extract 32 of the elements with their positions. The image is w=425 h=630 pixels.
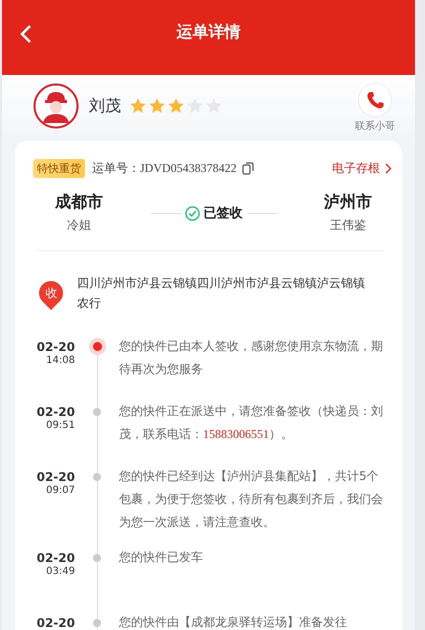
sender-name: 冷姐 <box>67 217 91 234</box>
recipient-name: 王伟鉴 <box>330 217 366 234</box>
phone-icon[interactable] <box>358 83 392 117</box>
back-icon[interactable] <box>19 24 33 44</box>
event-time: 09:51 <box>46 420 75 431</box>
origin-city: 成都市 <box>55 192 103 213</box>
copy-icon[interactable] <box>242 162 254 175</box>
delivery-status: 已签收 <box>204 205 242 222</box>
event-description: 您的快件已发车 <box>119 549 204 566</box>
chevron-right-icon[interactable] <box>385 163 392 174</box>
event-date: 02-20 <box>36 404 75 420</box>
event-time: 09:07 <box>46 485 75 496</box>
event-time: 14:08 <box>46 355 75 366</box>
courier-name: 刘茂 <box>89 96 121 116</box>
check-circle-icon <box>184 206 200 220</box>
event-time: 03:49 <box>46 566 75 577</box>
event-date: 02-20 <box>36 469 75 485</box>
event-description: 您的快件正在派送中，请您准备签收（快递员：刘茂，联系电话：15883006551）。 <box>119 403 384 443</box>
event-description: 您的快件已由本人签收，感谢您使用京东物流，期待再次为您服务 <box>119 338 384 378</box>
event-date: 02-20 <box>36 339 75 355</box>
e-stub-link[interactable]: 电子存根 <box>332 160 380 177</box>
contact-courier-label[interactable]: 联系小哥 <box>355 119 395 133</box>
event-description: 您的快件由【成都龙泉驿转运场】准备发往 <box>119 614 348 630</box>
express-tag: 特快重货 <box>33 159 85 178</box>
page-title: 运单详情 <box>176 22 240 43</box>
waybill-number: 运单号：JDVD05438378422 <box>92 160 237 177</box>
event-date: 02-20 <box>36 615 75 630</box>
delivery-address: 四川泸州市泸县云锦镇四川泸州市泸县云锦镇泸云锦镇农行 <box>77 275 366 312</box>
destination-city: 泸州市 <box>324 192 372 213</box>
courier-avatar-icon <box>33 83 79 129</box>
event-description: 您的快件已经到达【泸州泸县集配站】，共计5个包裹，为便于您签收，待所有包裹到齐后，我们会为您一次派送，请注意查收。 <box>119 468 384 531</box>
event-date: 02-20 <box>36 550 75 566</box>
